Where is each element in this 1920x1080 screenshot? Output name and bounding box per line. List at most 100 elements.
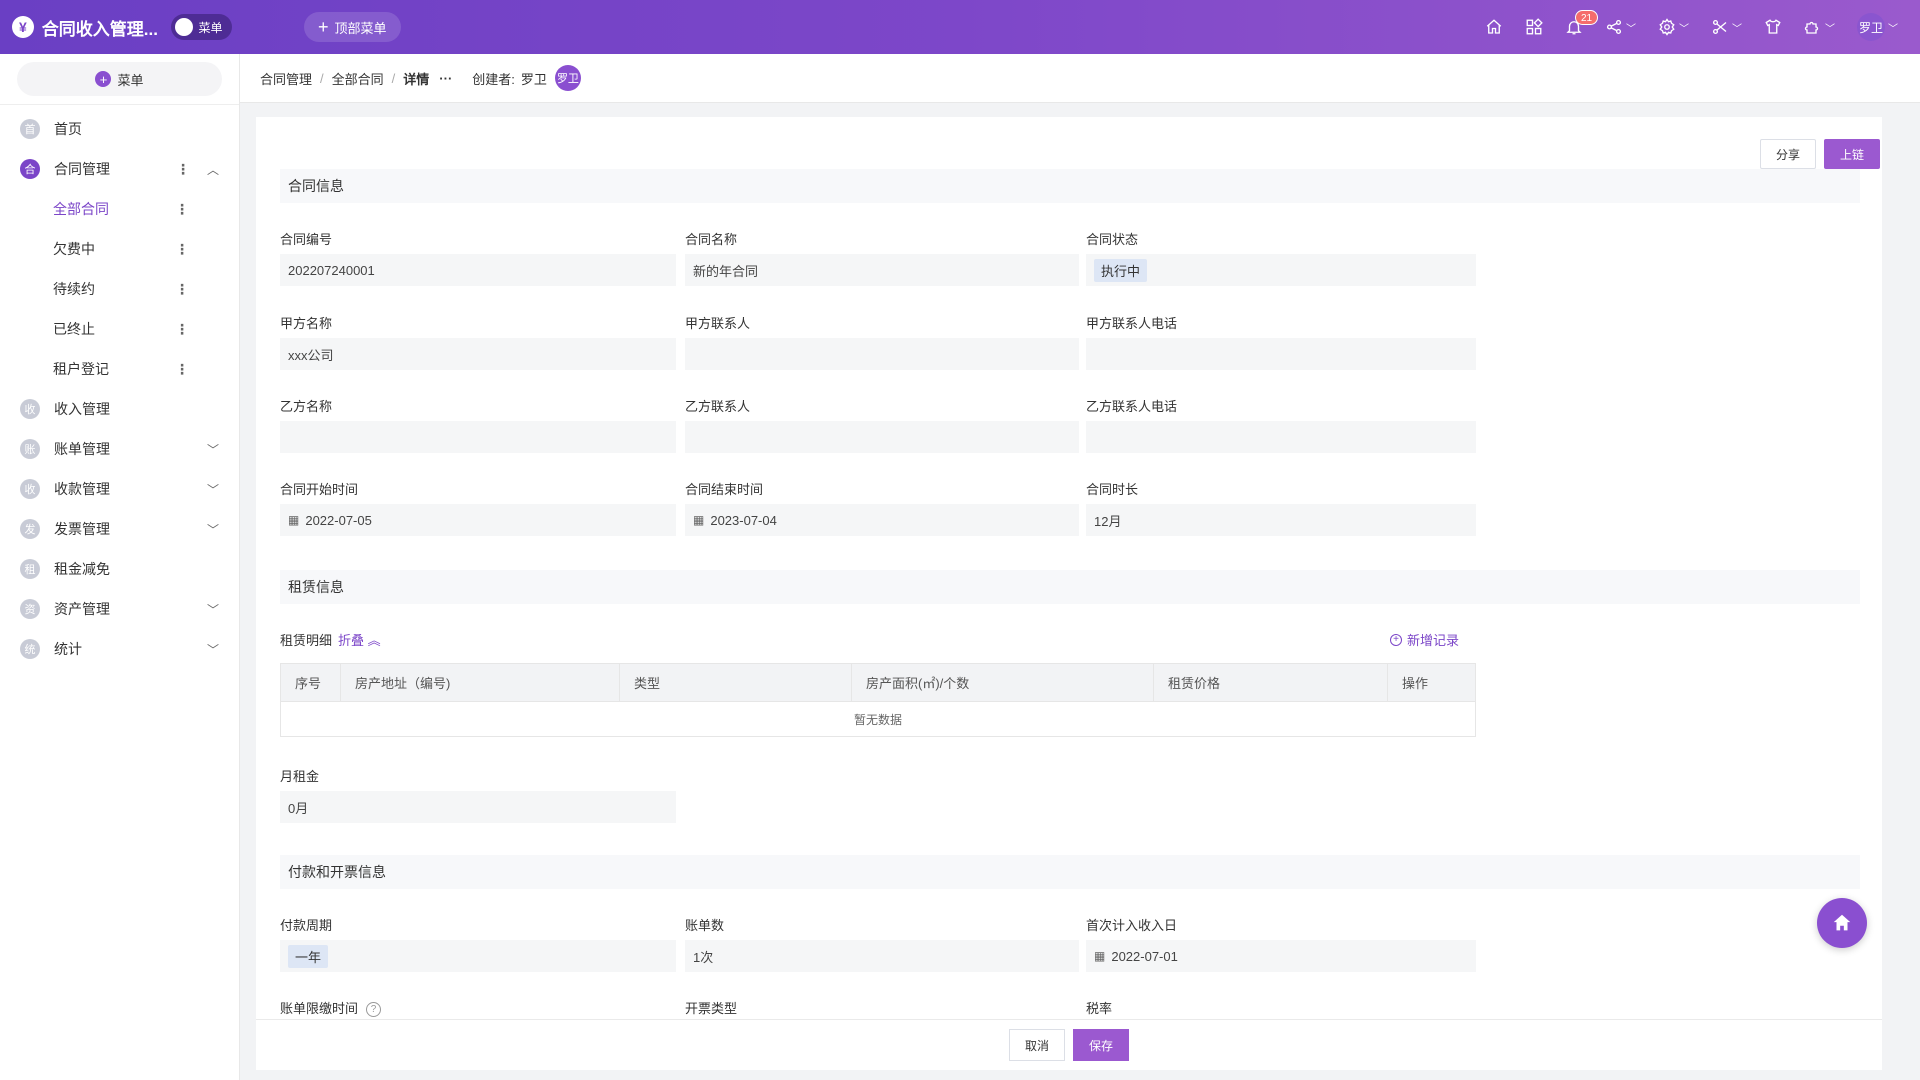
more-vertical-icon[interactable]: ⋮	[175, 281, 189, 298]
sidebar-item-label: 首页	[54, 121, 82, 137]
sidebar-subitem-terminated[interactable]: 已终止 ⋮	[0, 309, 239, 349]
bill-count-field[interactable]: 1次	[685, 940, 1079, 972]
home-nav-icon: 首	[20, 119, 40, 139]
top-icon-bar: 21 ﹀ ﹀ ﹀ ﹀ 罗卫 ﹀	[1463, 0, 1898, 54]
add-record-button[interactable]: + 新增记录	[1390, 630, 1459, 649]
sidebar-item-label: 收入管理	[54, 401, 110, 417]
more-vertical-icon[interactable]: ⋮	[175, 201, 189, 218]
more-horizontal-icon[interactable]: ···	[439, 71, 452, 86]
theme-shirt-icon[interactable]	[1764, 18, 1782, 36]
sidebar-subitem-renewal[interactable]: 待续约 ⋮	[0, 269, 239, 309]
more-vertical-icon[interactable]: ⋮	[176, 161, 190, 178]
stats-nav-icon: 统	[20, 639, 40, 659]
column-header: 操作	[1402, 676, 1429, 691]
more-vertical-icon[interactable]: ⋮	[175, 321, 189, 338]
sidebar-subitem-label: 租户登记	[53, 361, 109, 377]
sidebar-item-label: 租金减免	[54, 561, 110, 577]
party-a-name-field[interactable]: xxx公司	[280, 338, 676, 370]
empty-state: 暂无数据	[853, 713, 902, 727]
notification-bell-icon[interactable]: 21	[1565, 10, 1599, 36]
sidebar-subitem-tenant-registration[interactable]: 租户登记 ⋮	[0, 349, 239, 389]
chevron-down-icon: ﹀	[206, 442, 219, 457]
form-footer: 取消 保存	[256, 1019, 1882, 1070]
payment-nav-icon: 收	[20, 479, 40, 499]
user-menu[interactable]: 罗卫 ﹀	[1857, 13, 1898, 41]
top-menu-button[interactable]: + 顶部菜单	[304, 12, 401, 42]
breadcrumb-separator: /	[391, 70, 396, 86]
start-date-field[interactable]: ▦ 2022-07-05	[280, 504, 676, 536]
chevron-down-icon: ﹀	[206, 482, 219, 497]
monthly-rent-field[interactable]: 0月	[280, 791, 676, 823]
share-menu-icon[interactable]: ﹀	[1605, 18, 1636, 36]
contract-name-field[interactable]: 新的年合同	[685, 254, 1079, 286]
contract-no-field[interactable]: 202207240001	[280, 254, 676, 286]
save-button[interactable]: 保存	[1073, 1029, 1129, 1061]
chain-button[interactable]: 上链	[1824, 139, 1880, 169]
end-date-value: 2023-07-04	[710, 512, 777, 528]
plus-circle-icon: +	[1390, 633, 1402, 646]
cancel-button[interactable]: 取消	[1009, 1029, 1065, 1061]
more-vertical-icon[interactable]: ⋮	[175, 241, 189, 258]
home-icon[interactable]	[1485, 18, 1503, 36]
settings-gear-icon[interactable]: ﹀	[1658, 18, 1689, 36]
field-label: 乙方联系人电话	[1086, 399, 1178, 414]
sidebar-item-rent-reduction[interactable]: 租 租金减免	[0, 549, 239, 589]
share-button[interactable]: 分享	[1760, 139, 1816, 169]
sidebar-item-income-mgmt[interactable]: 收 收入管理	[0, 389, 239, 429]
sidebar-item-asset-mgmt[interactable]: 资 资产管理 ﹀	[0, 589, 239, 629]
party-a-phone-field[interactable]	[1086, 338, 1476, 370]
sidebar-item-payment-mgmt[interactable]: 收 收款管理 ﹀	[0, 469, 239, 509]
help-question-icon[interactable]: ?	[366, 1002, 382, 1018]
chevron-up-icon: ︿	[206, 162, 219, 177]
bill-deadline-label: 账单限缴时间	[280, 1001, 359, 1016]
apps-grid-icon[interactable]	[1525, 18, 1543, 36]
app-title[interactable]: 合同收入管理...	[42, 15, 159, 40]
contract-status-field[interactable]: 执行中	[1086, 254, 1476, 286]
breadcrumb-item[interactable]: 合同管理	[260, 69, 312, 88]
plugin-puzzle-icon[interactable]: ﹀	[1804, 18, 1835, 36]
lease-detail-title: 租赁明细 折叠 ︽	[280, 630, 381, 649]
field-label: 合同结束时间	[685, 482, 764, 497]
column-header: 房产面积(㎡)/个数	[852, 664, 1154, 701]
sidebar-subitem-arrears[interactable]: 欠费中 ⋮	[0, 229, 239, 269]
party-b-contact-field[interactable]	[685, 421, 1079, 453]
sidebar-item-invoice-mgmt[interactable]: 发 发票管理 ﹀	[0, 509, 239, 549]
chevron-down-icon: ﹀	[206, 602, 219, 617]
more-vertical-icon[interactable]: ⋮	[175, 361, 189, 378]
notification-badge: 21	[1575, 10, 1599, 25]
plus-icon: +	[95, 71, 112, 87]
sidebar-menu-button[interactable]: + 菜单	[17, 62, 222, 96]
first-income-date-field[interactable]: ▦ 2022-07-01	[1086, 940, 1476, 972]
sidebar-item-label: 资产管理	[54, 601, 110, 617]
house-icon	[1833, 914, 1851, 931]
asset-nav-icon: 资	[20, 599, 40, 619]
user-avatar: 罗卫	[1857, 13, 1885, 41]
party-b-name-field[interactable]	[280, 421, 676, 453]
sidebar-item-statistics[interactable]: 统 统计 ﹀	[0, 629, 239, 669]
fold-toggle[interactable]: 折叠 ︽	[338, 633, 381, 648]
floating-home-button[interactable]	[1817, 898, 1867, 948]
end-date-field[interactable]: ▦ 2023-07-04	[685, 504, 1079, 536]
breadcrumb-current: 详情	[403, 71, 430, 87]
column-header: 租赁价格	[1154, 664, 1388, 701]
income-nav-icon: 收	[20, 399, 40, 419]
chevron-down-icon: ﹀	[206, 522, 219, 537]
section-payment-info: 付款和开票信息	[280, 855, 1860, 889]
sidebar-item-contract-mgmt[interactable]: 合 合同管理 ⋮ ︿	[0, 149, 239, 189]
breadcrumb-item[interactable]: 全部合同	[332, 69, 384, 88]
field-label: 付款周期	[280, 918, 333, 933]
bill-nav-icon: 账	[20, 439, 40, 459]
lease-detail-label: 租赁明细	[280, 633, 333, 648]
party-a-contact-field[interactable]	[685, 338, 1079, 370]
chevron-down-icon: ﹀	[1626, 23, 1636, 35]
menu-toggle[interactable]: 菜单	[170, 14, 232, 40]
tools-scissors-icon[interactable]: ﹀	[1711, 18, 1742, 36]
sidebar-item-bill-mgmt[interactable]: 账 账单管理 ﹀	[0, 429, 239, 469]
sidebar-item-home[interactable]: 首 首页	[0, 109, 239, 149]
party-b-phone-field[interactable]	[1086, 421, 1476, 453]
fold-label: 折叠	[338, 633, 365, 648]
contract-detail-card: 分享 上链 合同信息 合同编号 202207240001 合同名称 新的年合同 …	[256, 117, 1882, 1019]
pay-cycle-field[interactable]: 一年	[280, 940, 676, 972]
sidebar-subitem-all-contracts[interactable]: 全部合同 ⋮	[0, 189, 239, 229]
duration-field[interactable]: 12月	[1086, 504, 1476, 536]
